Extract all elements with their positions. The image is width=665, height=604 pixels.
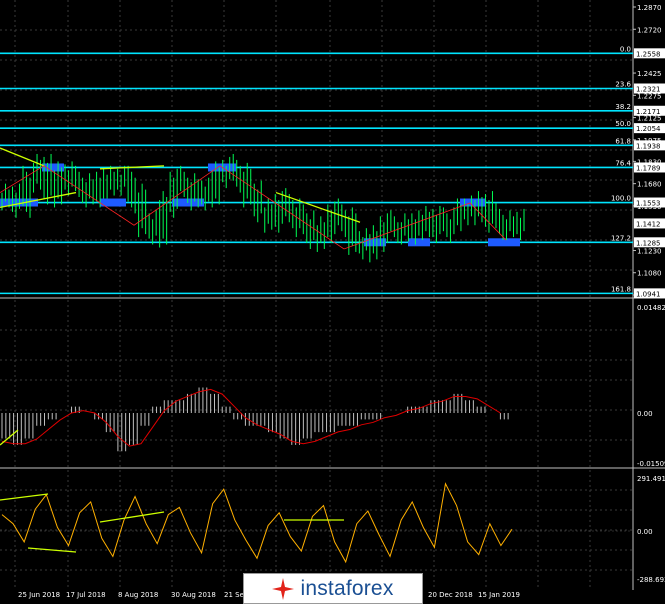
fib-level-label: 127.2	[611, 234, 631, 242]
macd-axis-label: 0.01482	[637, 304, 665, 312]
background	[0, 0, 665, 604]
time-axis-label: 17 Jul 2018	[66, 591, 106, 599]
price-tick-label: 1.2720	[637, 26, 662, 34]
zone-marker	[364, 238, 386, 247]
fib-level-label: 0.0	[620, 45, 631, 53]
price-tick-label: 1.2275	[637, 92, 662, 100]
fib-level-label: 161.8	[611, 285, 631, 293]
cci-axis-label: -288.6937	[637, 576, 665, 584]
price-tick-label: 1.1230	[637, 247, 662, 255]
fib-level-label: 61.8	[615, 137, 631, 145]
fib-level-label: 76.4	[615, 159, 631, 167]
time-axis-label: 8 Aug 2018	[118, 591, 158, 599]
time-axis-label: 15 Jan 2019	[478, 591, 520, 599]
price-tick-label: 1.1080	[637, 270, 662, 278]
fib-price-label: 1.1285	[636, 239, 661, 247]
fib-price-label: 1.2321	[636, 86, 661, 94]
cci-axis-label: 291.4917	[637, 475, 665, 483]
price-tick-label: 1.1680	[637, 181, 662, 189]
cci-axis-label: 0.00	[637, 528, 653, 536]
trading-chart: 1.28701.27201.24251.22751.21251.19751.18…	[0, 0, 665, 604]
fib-level-label: 100.0	[611, 195, 631, 203]
time-axis-label: 30 Aug 2018	[171, 591, 216, 599]
zone-marker	[488, 238, 520, 247]
price-tick-label: 1.2125	[637, 115, 662, 123]
price-tick-label: 1.2425	[637, 70, 662, 78]
current-price-label: 1.1412	[636, 220, 661, 228]
fib-price-label: 1.1789	[636, 164, 661, 172]
fib-price-label: 1.0941	[636, 290, 661, 298]
zone-marker	[408, 238, 430, 247]
time-axis-label: 20 Dec 2018	[428, 591, 473, 599]
brand-name: instaforex	[300, 576, 394, 600]
brand-logo: instaforex	[243, 573, 423, 604]
fib-price-label: 1.1553	[636, 200, 661, 208]
instaforex-star-icon	[272, 577, 295, 600]
macd-axis-label: -0.01509	[637, 460, 665, 468]
fib-price-label: 1.2558	[636, 50, 661, 58]
macd-axis-label: 0.00	[637, 410, 653, 418]
price-tick-label: 1.2870	[637, 4, 662, 12]
fib-price-label: 1.2054	[636, 125, 661, 133]
fib-level-label: 23.6	[615, 81, 631, 89]
fib-price-label: 1.2171	[636, 108, 661, 116]
fib-level-label: 38.2	[615, 103, 631, 111]
fib-price-label: 1.1938	[636, 142, 661, 150]
time-axis-label: 25 Jun 2018	[18, 591, 60, 599]
zone-marker	[42, 163, 64, 172]
fib-level-label: 50.0	[615, 120, 631, 128]
